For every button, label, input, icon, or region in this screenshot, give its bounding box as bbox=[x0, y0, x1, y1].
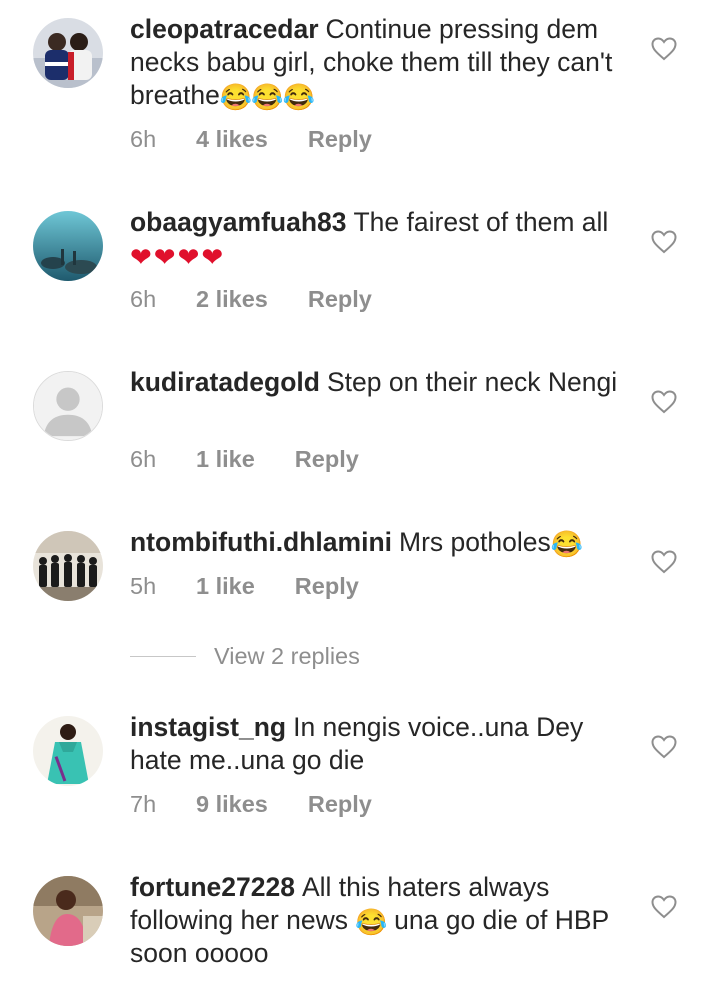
avatar[interactable] bbox=[33, 211, 103, 281]
heart-outline-icon[interactable] bbox=[651, 550, 677, 574]
comment-time: 6h bbox=[130, 286, 157, 312]
comment-meta: 6h 2 likes Reply bbox=[130, 285, 372, 313]
comment-meta: 7h 9 likes Reply bbox=[130, 790, 372, 818]
comment-likes[interactable]: 4 likes bbox=[196, 125, 268, 153]
comment-likes[interactable]: 1 like bbox=[196, 572, 255, 600]
comment-body: The fairest of them all bbox=[353, 207, 609, 237]
comment-text: fortune27228 All this haters always follo… bbox=[130, 871, 630, 970]
comment-likes[interactable]: 1 like bbox=[196, 445, 255, 473]
comment-username[interactable]: kudiratadegold bbox=[130, 367, 320, 397]
comment-username[interactable]: ntombifuthi.dhlamini bbox=[130, 527, 392, 557]
avatar[interactable] bbox=[33, 876, 103, 946]
comment-meta: 6h 1 like Reply bbox=[130, 445, 359, 473]
laughing-emoji-icon: 😂😂😂 bbox=[219, 82, 315, 112]
view-replies-label: View 2 replies bbox=[214, 642, 360, 669]
comment-text: instagist_ng In nengis voice..una Dey hat… bbox=[130, 711, 630, 777]
comment-text: cleopatracedar Continue pressing dem neck… bbox=[130, 13, 630, 112]
comment-text: obaagyamfuah83 The fairest of them all ❤❤… bbox=[130, 206, 630, 272]
laughing-emoji-icon: 😂 bbox=[355, 907, 387, 937]
comment-time: 5h bbox=[130, 573, 157, 599]
comment-likes[interactable]: 2 likes bbox=[196, 285, 268, 313]
comment-username[interactable]: instagist_ng bbox=[130, 712, 286, 742]
heart-outline-icon[interactable] bbox=[651, 390, 677, 414]
comment-username[interactable]: obaagyamfuah83 bbox=[130, 207, 347, 237]
comment-body: Mrs potholes bbox=[399, 527, 551, 557]
reply-button[interactable]: Reply bbox=[308, 285, 372, 313]
comment-meta: 5h 1 like Reply bbox=[130, 572, 359, 600]
comment-meta: 6h 4 likes Reply bbox=[130, 125, 372, 153]
heart-outline-icon[interactable] bbox=[651, 735, 677, 759]
avatar[interactable] bbox=[33, 18, 103, 88]
heart-emoji-icon: ❤❤❤❤ bbox=[130, 242, 226, 272]
heart-outline-icon[interactable] bbox=[651, 230, 677, 254]
replies-divider bbox=[130, 655, 196, 657]
comment-likes[interactable]: 9 likes bbox=[196, 790, 268, 818]
default-avatar-icon[interactable] bbox=[33, 371, 103, 441]
reply-button[interactable]: Reply bbox=[295, 445, 359, 473]
reply-button[interactable]: Reply bbox=[295, 572, 359, 600]
laughing-emoji-icon: 😂 bbox=[550, 529, 583, 559]
avatar[interactable] bbox=[33, 716, 103, 786]
avatar[interactable] bbox=[33, 531, 103, 601]
comment-time: 7h bbox=[130, 791, 157, 817]
comment-time: 6h bbox=[130, 126, 157, 152]
comment-time: 6h bbox=[130, 446, 157, 472]
heart-outline-icon[interactable] bbox=[651, 37, 677, 61]
comment-text: kudiratadegold Step on their neck Nengi bbox=[130, 366, 630, 399]
comment-body: Step on their neck Nengi bbox=[326, 367, 618, 397]
reply-button[interactable]: Reply bbox=[308, 125, 372, 153]
comment-username[interactable]: cleopatracedar bbox=[130, 14, 319, 44]
comment-text: ntombifuthi.dhlamini Mrs potholes😂 bbox=[130, 526, 630, 559]
reply-button[interactable]: Reply bbox=[308, 790, 372, 818]
heart-outline-icon[interactable] bbox=[651, 895, 677, 919]
comment-username[interactable]: fortune27228 bbox=[130, 872, 295, 902]
view-replies-button[interactable]: View 2 replies bbox=[130, 641, 360, 671]
